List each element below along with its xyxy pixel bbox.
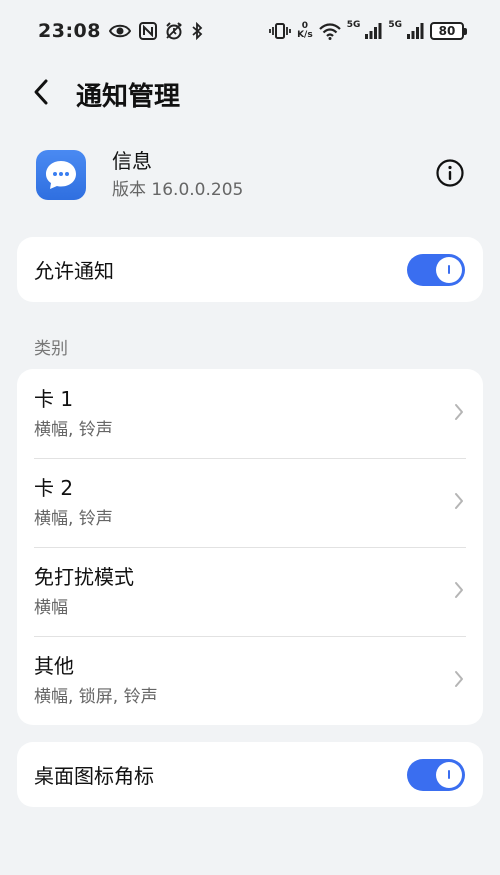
allow-notifications-toggle[interactable] — [407, 253, 465, 286]
allow-notifications-label: 允许通知 — [34, 259, 114, 283]
bluetooth-icon — [191, 22, 203, 40]
status-bar: 23:08 0 K/s 5G 5G 80 — [0, 0, 500, 62]
category-subtitle: 横幅 — [34, 597, 68, 618]
chevron-right-icon — [453, 669, 465, 693]
wifi-icon — [318, 22, 341, 40]
badge-label: 桌面图标角标 — [34, 764, 154, 788]
eye-icon — [108, 23, 131, 39]
page-title: 通知管理 — [76, 81, 181, 112]
category-item-card2[interactable]: 卡 2 横幅, 铃声 — [17, 458, 483, 547]
badge-card: 桌面图标角标 — [17, 742, 483, 807]
net-speed: 0 K/s — [297, 22, 313, 40]
category-text: 卡 1 横幅, 铃声 — [34, 385, 113, 443]
chevron-right-icon — [453, 491, 465, 515]
allow-notifications-card: 允许通知 — [17, 237, 483, 302]
category-text: 卡 2 横幅, 铃声 — [34, 474, 113, 532]
vibrate-icon — [269, 22, 291, 40]
category-subtitle: 横幅, 锁屏, 铃声 — [34, 686, 158, 707]
category-item-other[interactable]: 其他 横幅, 锁屏, 铃声 — [17, 636, 483, 725]
info-icon — [435, 158, 465, 192]
net-speed-unit: K/s — [297, 30, 313, 40]
toggle-knob — [436, 256, 462, 283]
info-button[interactable] — [434, 159, 466, 191]
badge-toggle[interactable] — [407, 758, 465, 791]
toggle-knob — [436, 761, 462, 788]
category-title: 卡 2 — [34, 475, 74, 500]
category-subtitle: 横幅, 铃声 — [34, 508, 113, 529]
app-info: 信息 版本 16.0.0.205 — [0, 140, 500, 210]
status-left: 23:08 — [38, 20, 203, 42]
battery-icon: 80 — [430, 22, 467, 40]
app-text: 信息 版本 16.0.0.205 — [112, 147, 434, 203]
category-subtitle: 横幅, 铃声 — [34, 419, 113, 440]
badge-row: 桌面图标角标 — [17, 742, 483, 807]
category-text: 免打扰模式 横幅 — [34, 563, 134, 621]
page-header: 通知管理 — [0, 66, 500, 122]
signal-icon — [364, 22, 382, 40]
allow-notifications-row: 允许通知 — [17, 237, 483, 302]
category-item-do-not-disturb[interactable]: 免打扰模式 横幅 — [17, 547, 483, 636]
categories-card: 卡 1 横幅, 铃声 卡 2 横幅, 铃声 免打扰模式 横幅 其他 横幅, 锁屏… — [17, 369, 483, 725]
category-title: 卡 1 — [34, 386, 74, 411]
category-item-card1[interactable]: 卡 1 横幅, 铃声 — [17, 369, 483, 458]
chevron-left-icon — [32, 78, 50, 110]
category-title: 其他 — [34, 653, 74, 678]
sim2-network-label: 5G — [388, 20, 402, 30]
alarm-icon — [165, 22, 183, 40]
app-version: 版本 16.0.0.205 — [112, 180, 244, 200]
sim1-network-label: 5G — [346, 20, 361, 30]
back-button[interactable] — [32, 74, 68, 114]
category-title: 免打扰模式 — [34, 564, 134, 589]
status-right: 0 K/s 5G 5G 80 — [269, 20, 467, 40]
message-bubble-icon — [36, 150, 86, 200]
chevron-right-icon — [453, 580, 465, 604]
chevron-right-icon — [453, 402, 465, 426]
categories-section-label: 类别 — [34, 339, 68, 359]
nfc-icon — [138, 22, 157, 40]
category-text: 其他 横幅, 锁屏, 铃声 — [34, 652, 158, 710]
app-name: 信息 — [112, 149, 152, 173]
signal-icon — [406, 22, 424, 40]
status-time: 23:08 — [38, 20, 101, 42]
